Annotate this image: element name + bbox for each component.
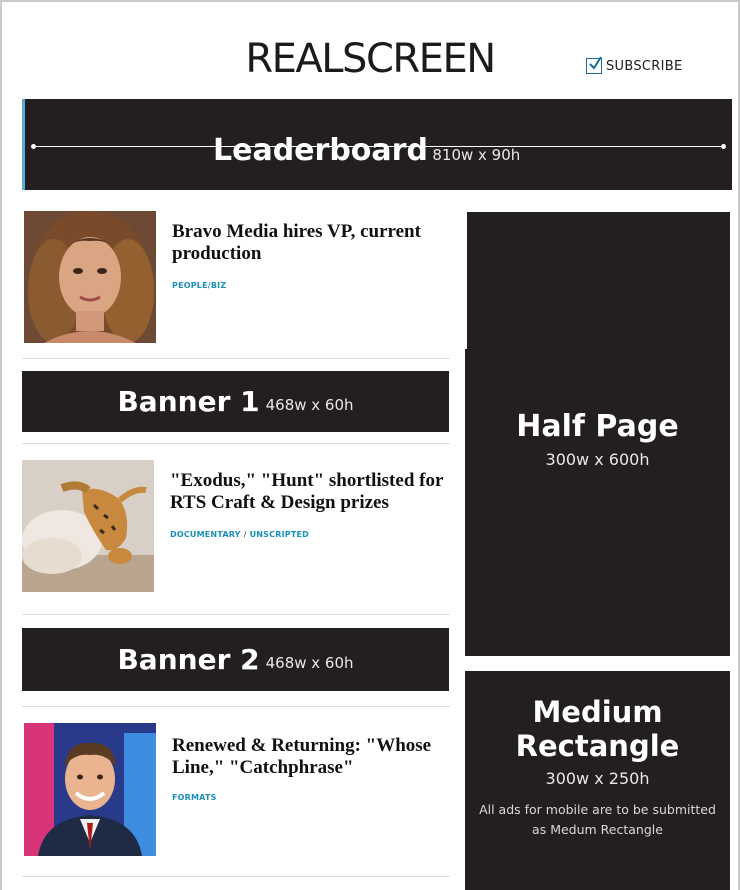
- tag-link[interactable]: FORMATS: [172, 793, 217, 802]
- subscribe-label: SUBSCRIBE: [606, 58, 683, 74]
- divider: [22, 614, 450, 615]
- article-thumbnail[interactable]: [22, 460, 154, 592]
- tag-link[interactable]: DOCUMENTARY: [170, 530, 241, 539]
- divider: [22, 443, 450, 444]
- leaderboard-size: 810w x 90h: [432, 146, 521, 164]
- article-thumbnail[interactable]: [24, 723, 156, 856]
- article-tags: PEOPLE/BIZ: [172, 281, 226, 290]
- site-logo[interactable]: REALSCREEN: [240, 36, 500, 82]
- article-headline[interactable]: Bravo Media hires VP, current production: [172, 221, 457, 265]
- divider: [22, 358, 450, 359]
- banner-1-size: 468w x 60h: [265, 395, 354, 414]
- article-tags: FORMATS: [172, 793, 217, 802]
- medium-rectangle-title-line2: Rectangle: [515, 729, 680, 763]
- banner-1-ad[interactable]: Banner 1 468w x 60h: [22, 371, 449, 432]
- half-page-ad-top: [467, 212, 730, 352]
- half-page-size: 300w x 600h: [545, 450, 650, 469]
- half-page-title: Half Page: [516, 409, 679, 444]
- tag-link[interactable]: PEOPLE/BIZ: [172, 281, 226, 290]
- article-thumbnail[interactable]: [24, 211, 156, 343]
- list-item[interactable]: Bravo Media hires VP, current production…: [22, 211, 452, 346]
- banner-2-ad[interactable]: Banner 2 468w x 60h: [22, 628, 449, 691]
- banner-1-title: Banner 1: [117, 385, 260, 418]
- divider: [22, 706, 450, 707]
- article-headline[interactable]: Renewed & Returning: "Whose Line," "Catc…: [172, 735, 457, 779]
- half-page-ad[interactable]: Half Page 300w x 600h: [465, 349, 730, 656]
- list-item[interactable]: "Exodus," "Hunt" shortlisted for RTS Cra…: [22, 460, 452, 595]
- subscribe-link[interactable]: SUBSCRIBE: [586, 56, 683, 74]
- medium-rectangle-ad[interactable]: Medium Rectangle 300w x 250h All ads for…: [465, 671, 730, 890]
- banner-2-size: 468w x 60h: [265, 653, 354, 672]
- divider: [22, 876, 450, 877]
- checkbox-icon: [586, 56, 602, 74]
- medium-rectangle-size: 300w x 250h: [545, 769, 650, 788]
- banner-2-title: Banner 2: [117, 643, 260, 676]
- medium-rectangle-title-line1: Medium: [532, 695, 663, 729]
- article-headline[interactable]: "Exodus," "Hunt" shortlisted for RTS Cra…: [170, 470, 455, 514]
- list-item[interactable]: Renewed & Returning: "Whose Line," "Catc…: [22, 723, 452, 856]
- ad-guide-dot: [31, 144, 36, 149]
- medium-rectangle-note: All ads for mobile are to be submitted a…: [479, 802, 716, 837]
- tag-link[interactable]: UNSCRIPTED: [250, 530, 309, 539]
- leaderboard-ad[interactable]: Leaderboard 810w x 90h: [22, 99, 732, 190]
- article-tags: DOCUMENTARY / UNSCRIPTED: [170, 530, 309, 539]
- tag-separator: /: [243, 530, 247, 539]
- ad-guide-dot: [721, 144, 726, 149]
- leaderboard-title: Leaderboard: [213, 133, 428, 168]
